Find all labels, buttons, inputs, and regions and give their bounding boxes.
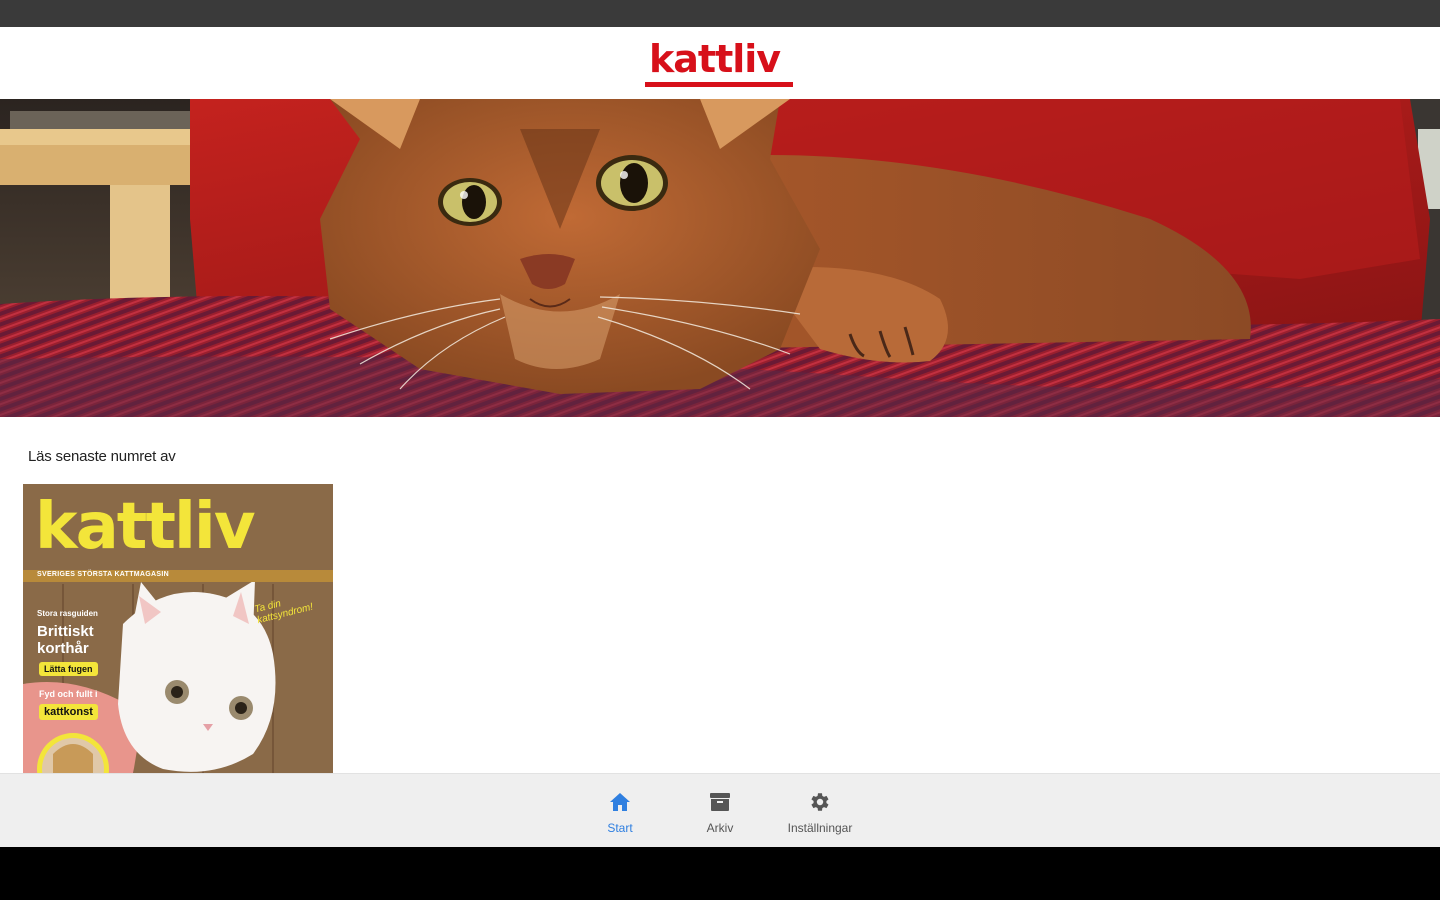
bottom-navigation: Start Arkiv Inställningar <box>0 773 1440 847</box>
nav-arkiv-label: Arkiv <box>706 821 734 835</box>
nav-start-label: Start <box>607 821 633 835</box>
cover-pill-1: Lätta fugen <box>39 662 98 676</box>
nav-installningar-label: Inställningar <box>787 821 853 835</box>
hero-cat-illustration <box>0 99 1440 417</box>
cover-kicker: Stora rasguiden <box>37 609 98 618</box>
app-header: kattliv <box>0 27 1440 99</box>
system-navigation-bar <box>0 847 1440 900</box>
cover-tagline-bar: SVERIGES STÖRSTA KATTMAGASIN <box>23 570 333 582</box>
gear-icon <box>811 793 829 811</box>
cover-tagline: SVERIGES STÖRSTA KATTMAGASIN <box>37 571 169 578</box>
logo-underline <box>645 82 793 87</box>
nav-arkiv[interactable]: Arkiv <box>670 774 770 848</box>
home-icon <box>610 793 630 811</box>
latest-issue-cover[interactable]: kattliv SVERIGES STÖRSTA KATTMAGASIN Sto… <box>23 484 333 774</box>
nav-installningar[interactable]: Inställningar <box>770 774 870 848</box>
archive-icon <box>710 793 730 811</box>
kattliv-logo: kattliv <box>645 37 795 88</box>
logo-text: kattliv <box>649 37 781 81</box>
cover-pill-2: kattkonst <box>39 704 98 720</box>
nav-start[interactable]: Start <box>570 774 670 848</box>
status-bar <box>0 0 1440 27</box>
cover-title: kattliv <box>35 490 256 564</box>
cover-small-text: Fyd och fullt i <box>39 689 98 699</box>
cover-headline: Brittiskt korthår <box>37 623 94 657</box>
hero-image <box>0 99 1440 417</box>
latest-issue-label: Läs senaste numret av <box>28 448 176 465</box>
